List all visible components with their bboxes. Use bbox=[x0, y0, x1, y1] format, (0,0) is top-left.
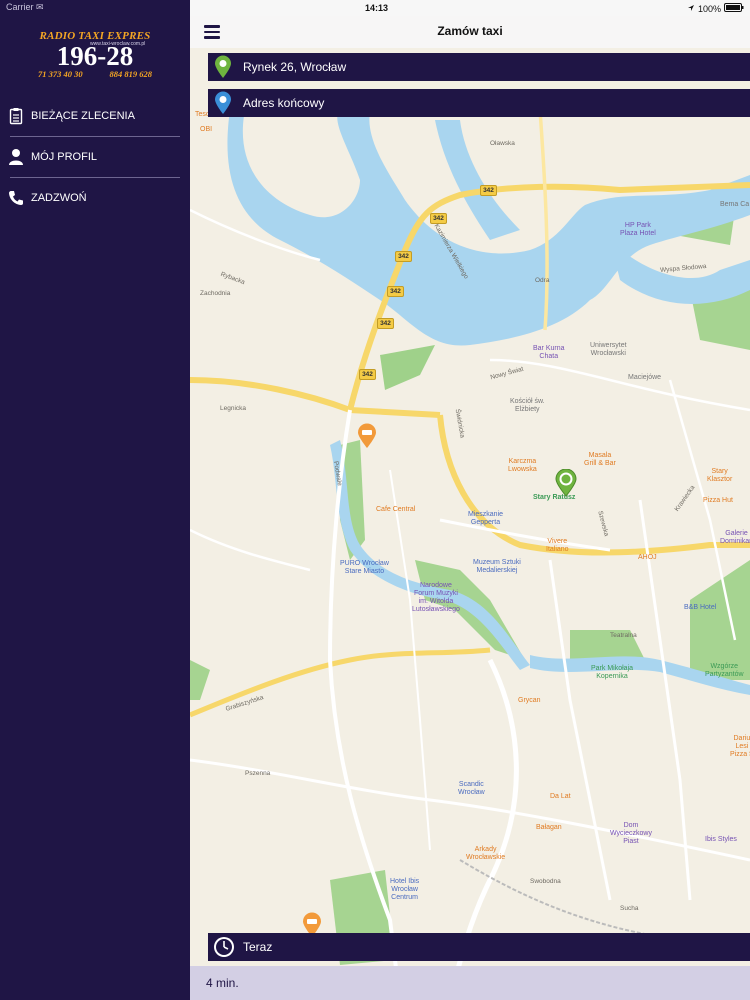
poi-pizza-hut[interactable]: Pizza Hut bbox=[703, 497, 733, 505]
sidebar-item-call[interactable]: ZADZWOŃ bbox=[0, 178, 190, 218]
poi-dom-wycieczkowy[interactable]: Dom Wycieczkowy Piast bbox=[610, 822, 652, 846]
poi-uniwersytet[interactable]: Uniwersytet Wrocławski bbox=[590, 342, 627, 358]
poi-hp-park-hotel[interactable]: HP Park Plaza Hotel bbox=[620, 222, 656, 238]
poi-ibis-styles[interactable]: Ibis Styles bbox=[705, 836, 737, 844]
poi-mieszkanie-gepperta[interactable]: Mieszkanie Gepperta bbox=[468, 511, 503, 527]
poi-dariu[interactable]: DariuLesiPizza S bbox=[730, 735, 750, 759]
street-label: Sucha bbox=[620, 905, 639, 912]
poi-kosciol[interactable]: Kościół św. Elżbiety bbox=[510, 398, 545, 414]
poi-bb-hotel[interactable]: B&B Hotel bbox=[684, 604, 716, 612]
location-arrow-icon bbox=[687, 4, 695, 14]
status-time: 14:13 bbox=[364, 3, 389, 13]
street-label: Swobodna bbox=[530, 878, 561, 885]
user-icon bbox=[0, 148, 32, 166]
street-label: Odra bbox=[535, 277, 550, 284]
poi-vivere-italiano[interactable]: Vivere Italiano bbox=[546, 538, 569, 554]
pickup-time-selector[interactable]: Teraz bbox=[208, 933, 750, 961]
poi-bar-kurna-chata[interactable]: Bar Kurna Chata bbox=[533, 345, 565, 361]
sidebar-item-label: MÓJ PROFIL bbox=[31, 151, 98, 163]
sidebar-item-label: ZADZWOŃ bbox=[31, 192, 87, 204]
pickup-map-marker[interactable] bbox=[555, 468, 577, 502]
pickup-time-text: Teraz bbox=[243, 940, 273, 954]
street-label: Legnicka bbox=[220, 405, 247, 412]
phone-icon bbox=[0, 190, 32, 206]
battery-icon bbox=[724, 3, 744, 14]
poi-wzgorze[interactable]: Wzgórze Partyzantów bbox=[705, 663, 744, 679]
sidebar-item-label: BIEŻĄCE ZLECENIA bbox=[31, 110, 135, 122]
poi-balagan[interactable]: Bałagan bbox=[536, 824, 562, 832]
destination-placeholder: Adres końcowy bbox=[243, 96, 325, 110]
poi-scandic[interactable]: Scandic Wrocław bbox=[458, 781, 485, 797]
sidebar: Carrier ✉ RADIO TAXI EXPRES www.taxi-wro… bbox=[0, 0, 190, 1000]
logo-phone-1: 71 373 40 30 bbox=[38, 69, 83, 79]
poi-masala[interactable]: Masala Grill & Bar bbox=[584, 452, 616, 468]
street-label: Pszenna bbox=[245, 770, 271, 777]
road-shield: 342 bbox=[480, 185, 497, 196]
status-bar: 14:13 100% bbox=[190, 0, 750, 16]
destination-address-field[interactable]: Adres końcowy bbox=[208, 89, 750, 117]
battery-percent: 100% bbox=[697, 3, 721, 14]
poi-stary-klasztor[interactable]: Stary Klasztor bbox=[707, 468, 732, 484]
map-view[interactable]: 342 342 342 342 342 342 Oławska Odra Gra… bbox=[190, 0, 750, 1000]
pickup-address-field[interactable]: Rynek 26, Wrocław bbox=[208, 53, 750, 81]
page-title: Zamów taxi bbox=[437, 24, 503, 38]
road-shield: 342 bbox=[377, 318, 394, 329]
eta-bar: 4 min. bbox=[190, 966, 750, 1000]
poi-arkady[interactable]: Arkady Wrocławskie bbox=[466, 846, 505, 862]
poi-bema[interactable]: Bema Ca bbox=[720, 201, 749, 209]
sidebar-item-my-profile[interactable]: MÓJ PROFIL bbox=[0, 137, 190, 177]
logo-phone-2: 884 819 628 bbox=[109, 69, 153, 79]
poi-karczma-lwowska[interactable]: Karczma Lwowska bbox=[508, 458, 537, 474]
eta-text: 4 min. bbox=[206, 976, 239, 990]
sidebar-item-current-orders[interactable]: BIEŻĄCE ZLECENIA bbox=[0, 96, 190, 136]
road-shield: 342 bbox=[359, 369, 376, 380]
road-shield: 342 bbox=[395, 251, 412, 262]
road-shield: 342 bbox=[387, 286, 404, 297]
street-label: Oławska bbox=[490, 140, 515, 147]
logo-url: www.taxi-wroclaw.com.pl bbox=[90, 41, 146, 47]
poi-grycan[interactable]: Grycan bbox=[518, 697, 541, 705]
pickup-pin-icon bbox=[208, 55, 238, 79]
navigation-header: Zamów taxi bbox=[190, 16, 750, 48]
clock-icon bbox=[213, 936, 235, 958]
poi-galeria[interactable]: Galerie Dominikan bbox=[720, 530, 750, 546]
street-label: Zachodnia bbox=[200, 290, 231, 297]
taxi-map-marker[interactable] bbox=[357, 423, 377, 454]
pickup-address-text: Rynek 26, Wrocław bbox=[243, 60, 347, 74]
poi-da-lat[interactable]: Da Lat bbox=[550, 793, 571, 801]
poi-hotel-ibis[interactable]: Hotel Ibis Wrocław Centrum bbox=[390, 878, 419, 902]
poi-obi[interactable]: OBI bbox=[200, 126, 212, 134]
street-label: Teatralna bbox=[610, 632, 637, 639]
poi-cafe-central[interactable]: Cafe Central bbox=[376, 506, 415, 514]
status-indicators: 100% bbox=[687, 3, 744, 14]
clipboard-icon bbox=[0, 107, 32, 125]
carrier-label: Carrier ✉ bbox=[6, 2, 44, 12]
poi-forum-muzyki[interactable]: Narodowe Forum Muzyki im. Witolda Lutosławs… bbox=[412, 582, 460, 614]
poi-puro-hotel[interactable]: PURO Wrocław Stare Miasto bbox=[340, 560, 389, 576]
destination-pin-icon bbox=[208, 91, 238, 115]
poi-park-kopernika[interactable]: Park Mikołaja Kopernika bbox=[591, 665, 633, 681]
poi-muzeum[interactable]: Muzeum Sztuki Medalierskiej bbox=[473, 559, 521, 575]
poi-ahoj[interactable]: AHOJ bbox=[638, 554, 657, 562]
poi-maciejowe[interactable]: Maciejówe bbox=[628, 374, 661, 382]
